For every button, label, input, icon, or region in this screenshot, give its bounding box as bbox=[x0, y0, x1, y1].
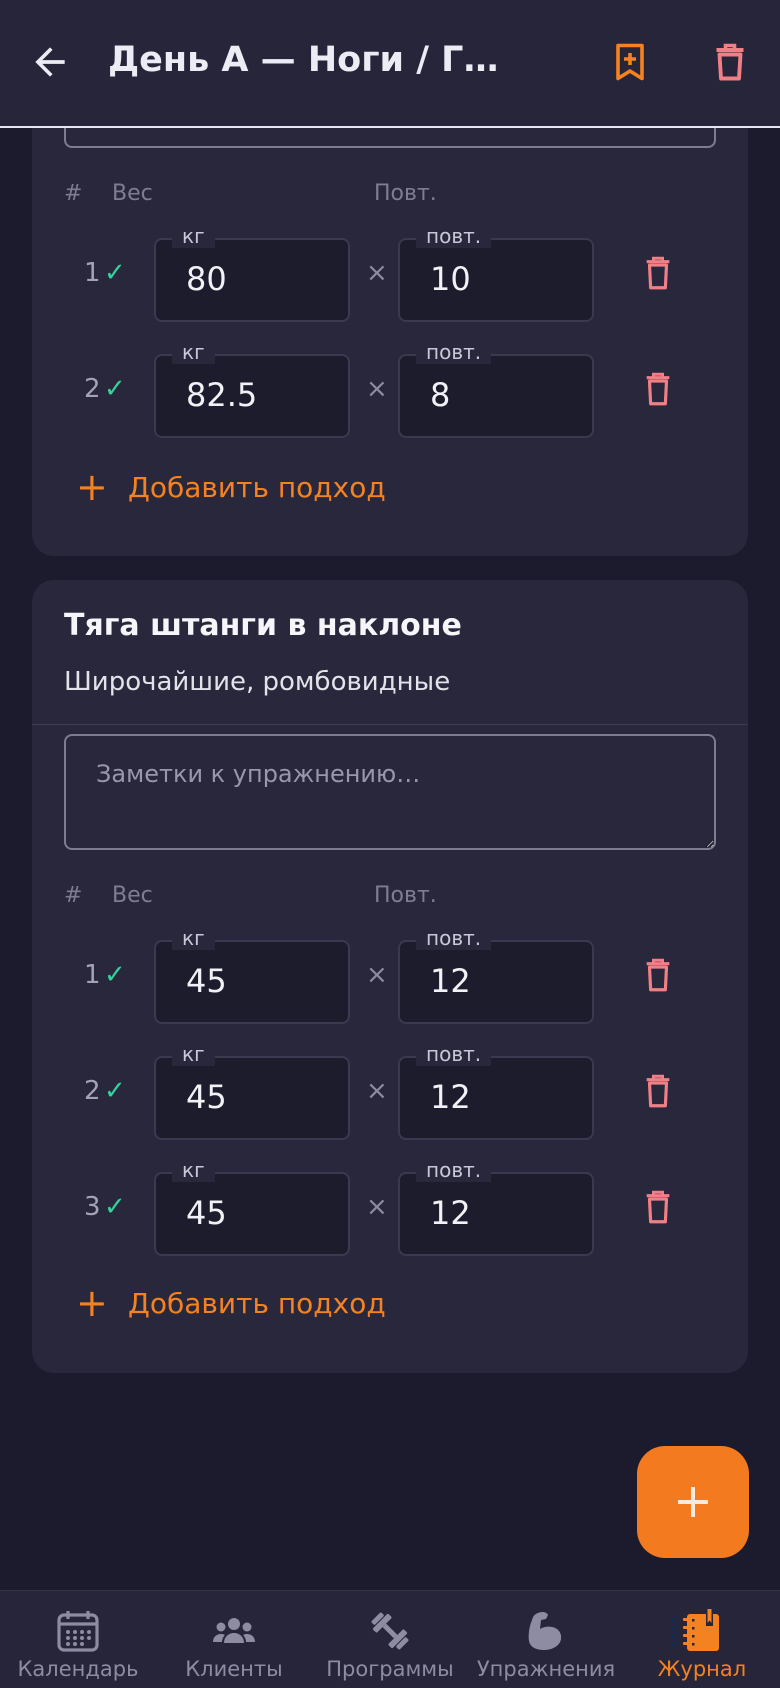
reps-value: 12 bbox=[430, 1194, 471, 1232]
bookmark-add-icon[interactable] bbox=[612, 42, 648, 82]
exercise-notes-field[interactable] bbox=[64, 734, 716, 850]
add-set-label: Добавить подход bbox=[128, 1286, 386, 1320]
reps-unit-label: повт. bbox=[416, 1158, 492, 1182]
delete-set-icon[interactable] bbox=[644, 1190, 672, 1224]
weight-value: 45 bbox=[186, 962, 227, 1000]
group-icon bbox=[213, 1618, 255, 1643]
exercise-name: Тяга штанги в наклоне bbox=[64, 608, 462, 643]
nav-label: Журнал bbox=[657, 1657, 747, 1681]
set-number: 2 bbox=[84, 1076, 101, 1106]
nav-journal[interactable]: Журнал bbox=[624, 1591, 780, 1688]
reps-value: 10 bbox=[430, 260, 471, 298]
reps-column-header: Повт. bbox=[374, 883, 437, 908]
nav-calendar[interactable]: Календарь bbox=[0, 1591, 156, 1688]
weight-input[interactable]: кг 80 bbox=[154, 224, 350, 322]
add-exercise-fab[interactable] bbox=[637, 1446, 749, 1558]
weight-unit-label: кг bbox=[172, 340, 215, 364]
set-number-header: # bbox=[64, 181, 83, 206]
reps-unit-label: повт. bbox=[416, 224, 492, 248]
times-sign: × bbox=[366, 1076, 388, 1106]
nav-clients[interactable]: Клиенты bbox=[156, 1591, 312, 1688]
set-number: 1 bbox=[84, 258, 101, 288]
weight-input[interactable]: кг 45 bbox=[154, 1042, 350, 1140]
bicep-icon bbox=[528, 1611, 562, 1650]
weight-value: 45 bbox=[186, 1078, 227, 1116]
reps-input[interactable]: повт. 10 bbox=[398, 224, 594, 322]
reps-unit-label: повт. bbox=[416, 926, 492, 950]
exercise-muscles: Широчайшие, ромбовидные bbox=[64, 667, 451, 697]
calendar-icon bbox=[57, 1611, 99, 1652]
set-number: 3 bbox=[84, 1192, 101, 1222]
set-number-header: # bbox=[64, 883, 83, 908]
nav-exercises[interactable]: Упражнения bbox=[468, 1591, 624, 1688]
add-set-label: Добавить подход bbox=[128, 470, 386, 504]
set-completed-check-icon[interactable]: ✓ bbox=[104, 1192, 126, 1222]
reps-input[interactable]: повт. 12 bbox=[398, 926, 594, 1024]
weight-input[interactable]: кг 45 bbox=[154, 1158, 350, 1256]
delete-set-icon[interactable] bbox=[644, 958, 672, 992]
nav-programs[interactable]: Программы bbox=[312, 1591, 468, 1688]
dumbbell-icon bbox=[371, 1612, 409, 1650]
reps-column-header: Повт. bbox=[374, 181, 437, 206]
exercise-card-1: # Вес Повт. 1 ✓ кг 80 × повт. 10 2 ✓ кг … bbox=[32, 80, 748, 556]
weight-column-header: Вес bbox=[112, 181, 153, 206]
delete-workout-icon[interactable] bbox=[712, 42, 748, 82]
nav-label: Календарь bbox=[17, 1657, 139, 1681]
page-title: День А — Ноги / Г… bbox=[108, 40, 499, 80]
reps-input[interactable]: повт. 8 bbox=[398, 340, 594, 438]
reps-input[interactable]: повт. 12 bbox=[398, 1042, 594, 1140]
plus-icon: + bbox=[76, 465, 108, 509]
exercise-card-2: Тяга штанги в наклоне Широчайшие, ромбов… bbox=[32, 580, 748, 1373]
app-header: День А — Ноги / Г… bbox=[0, 0, 780, 128]
times-sign: × bbox=[366, 258, 388, 288]
plus-icon: + bbox=[76, 1281, 108, 1325]
delete-set-icon[interactable] bbox=[644, 256, 672, 290]
set-completed-check-icon[interactable]: ✓ bbox=[104, 374, 126, 404]
weight-input[interactable]: кг 82.5 bbox=[154, 340, 350, 438]
weight-value: 45 bbox=[186, 1194, 227, 1232]
journal-icon bbox=[683, 1609, 719, 1651]
weight-value: 82.5 bbox=[186, 376, 258, 414]
weight-unit-label: кг bbox=[172, 224, 215, 248]
delete-set-icon[interactable] bbox=[644, 372, 672, 406]
nav-label: Программы bbox=[326, 1657, 454, 1681]
weight-column-header: Вес bbox=[112, 883, 153, 908]
set-completed-check-icon[interactable]: ✓ bbox=[104, 960, 126, 990]
times-sign: × bbox=[366, 1192, 388, 1222]
set-number: 2 bbox=[84, 374, 101, 404]
weight-unit-label: кг bbox=[172, 926, 215, 950]
reps-unit-label: повт. bbox=[416, 1042, 492, 1066]
times-sign: × bbox=[366, 960, 388, 990]
reps-unit-label: повт. bbox=[416, 340, 492, 364]
reps-value: 8 bbox=[430, 376, 451, 414]
set-completed-check-icon[interactable]: ✓ bbox=[104, 1076, 126, 1106]
add-set-button[interactable]: + Добавить подход bbox=[76, 1284, 386, 1322]
divider bbox=[32, 724, 748, 725]
plus-icon bbox=[678, 1487, 708, 1517]
add-set-button[interactable]: + Добавить подход bbox=[76, 468, 386, 506]
weight-value: 80 bbox=[186, 260, 227, 298]
nav-label: Упражнения bbox=[476, 1657, 616, 1681]
weight-input[interactable]: кг 45 bbox=[154, 926, 350, 1024]
reps-value: 12 bbox=[430, 1078, 471, 1116]
weight-unit-label: кг bbox=[172, 1158, 215, 1182]
times-sign: × bbox=[366, 374, 388, 404]
set-completed-check-icon[interactable]: ✓ bbox=[104, 258, 126, 288]
nav-label: Клиенты bbox=[185, 1657, 283, 1681]
back-arrow-icon[interactable] bbox=[28, 40, 72, 84]
set-number: 1 bbox=[84, 960, 101, 990]
delete-set-icon[interactable] bbox=[644, 1074, 672, 1108]
weight-unit-label: кг bbox=[172, 1042, 215, 1066]
bottom-navigation: Календарь Клиенты Программы Упражнения Ж… bbox=[0, 1590, 780, 1688]
reps-value: 12 bbox=[430, 962, 471, 1000]
reps-input[interactable]: повт. 12 bbox=[398, 1158, 594, 1256]
